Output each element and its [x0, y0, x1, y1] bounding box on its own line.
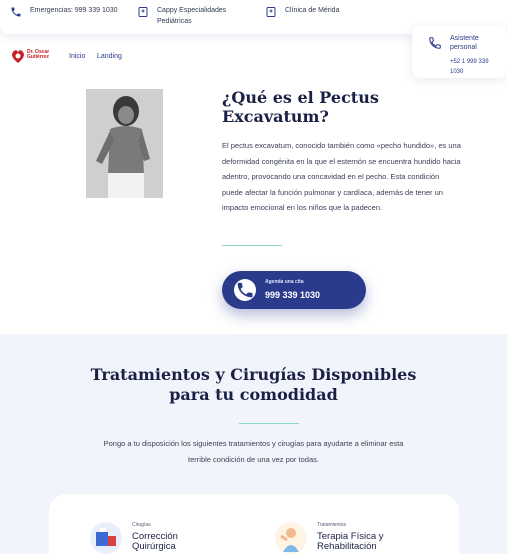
assistant-phone[interactable]: +52 1 999 339 1030: [450, 57, 490, 77]
card-title: Corrección Quirúrgica: [132, 531, 178, 552]
card-category: Tratamientos: [317, 522, 346, 528]
treatment-card-surgery[interactable]: Cirugías Corrección Quirúrgica: [90, 522, 202, 554]
clinic-icon: [266, 7, 276, 17]
emergency-contact[interactable]: Emergencias: 999 339 1030: [10, 5, 118, 18]
card-category: Cirugías: [132, 522, 151, 528]
surgery-icon: [90, 522, 122, 554]
specialties-text: Cappy Especialidades Pediátricas: [157, 7, 227, 25]
logo-line2: Gutiérrez: [27, 54, 49, 60]
cta-label: Agenda una cita: [265, 279, 304, 285]
assistant-card[interactable]: Asistente personal +52 1 999 339 1030: [412, 26, 507, 78]
treatments-divider: [239, 423, 299, 424]
card-title: Terapia Física y Rehabilitación: [317, 531, 384, 552]
hero-title: ¿Qué es el Pectus Excavatum?: [222, 88, 379, 126]
treatment-card-therapy[interactable]: Tratamientos Terapia Física y Rehabilita…: [275, 522, 407, 554]
clinic-text: Clínica de Mérida: [285, 7, 340, 14]
cta-phone: 999 339 1030: [265, 290, 321, 300]
specialties-link[interactable]: Cappy Especialidades Pediátricas: [137, 5, 257, 27]
hero-description: El pectus excavatum, conocido también co…: [222, 141, 461, 212]
book-appointment-button[interactable]: Agenda una cita 999 339 1030: [222, 271, 366, 309]
nav-inicio[interactable]: Inicio: [69, 53, 85, 60]
therapy-icon: [275, 522, 307, 554]
nav-landing[interactable]: Landing: [97, 53, 122, 60]
hero-divider: [222, 245, 282, 246]
treatments-title: Tratamientos y Cirugías Disponibles para…: [90, 365, 417, 404]
phone-icon: [234, 279, 256, 301]
child-silhouette: [86, 89, 163, 198]
phone-icon: [11, 7, 21, 17]
logo-text: Dr. Oscar Gutiérrez: [27, 50, 49, 60]
hospital-icon: [138, 7, 148, 17]
clinic-link[interactable]: Clínica de Mérida: [265, 5, 339, 18]
phone-icon: [429, 37, 441, 49]
assistant-label: Asistente personal: [450, 35, 479, 51]
patient-photo: [86, 89, 163, 198]
treatments-description: Pongo a tu disposición los siguientes tr…: [103, 439, 404, 464]
emergency-text: Emergencias: 999 339 1030: [30, 7, 118, 14]
